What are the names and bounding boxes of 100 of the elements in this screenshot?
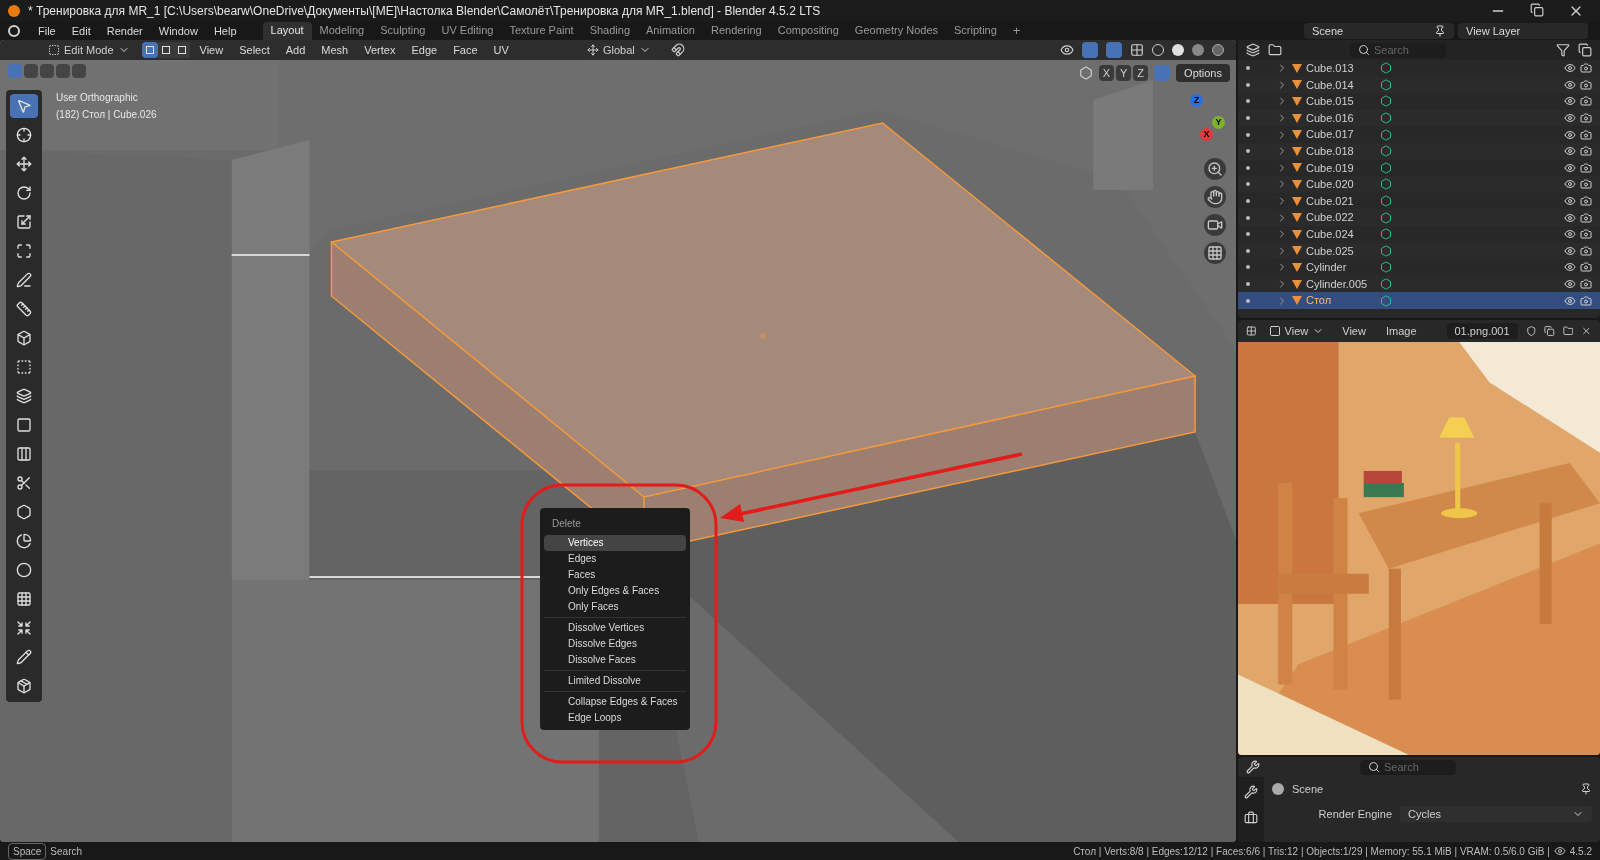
viewport-menu-item[interactable]: Edge xyxy=(405,41,444,59)
eye-icon[interactable] xyxy=(1564,145,1576,158)
viewport-menu-item[interactable]: Face xyxy=(447,41,484,59)
viewport-menu-item[interactable]: View xyxy=(193,41,230,59)
eye-icon xyxy=(1553,845,1566,857)
menu-item[interactable]: Window xyxy=(152,22,204,40)
workspace-tab[interactable]: Animation xyxy=(638,22,703,40)
eye-icon[interactable] xyxy=(1564,244,1576,257)
rotate-icon xyxy=(16,185,32,201)
eye-icon[interactable] xyxy=(1564,178,1576,191)
workspace-tab[interactable]: Modeling xyxy=(311,22,373,40)
menu-item[interactable]: Only Edges & Faces xyxy=(544,583,686,599)
viewport-menu-item[interactable]: Mesh xyxy=(315,41,355,59)
camera-icon[interactable] xyxy=(1580,195,1592,208)
menu-item[interactable]: Edit xyxy=(65,22,97,40)
view-mode-dropdown[interactable]: View xyxy=(1264,322,1329,340)
viewport-menu-item[interactable]: Vertex xyxy=(358,41,402,59)
mesh-data-icon xyxy=(1380,178,1392,191)
duplicate-icon[interactable] xyxy=(1544,324,1555,338)
camera-icon[interactable] xyxy=(1580,261,1592,274)
object-name: Cube.018 xyxy=(1306,144,1355,159)
pin-icon[interactable] xyxy=(1580,783,1592,796)
overlay-toggle-button[interactable] xyxy=(1106,42,1122,58)
menu-item[interactable]: Render xyxy=(100,22,149,40)
image-editor-menu-item[interactable]: View xyxy=(1336,322,1372,340)
workspace-tab[interactable]: UV Editing xyxy=(433,22,502,40)
gizmo-toggle-button[interactable] xyxy=(1082,42,1098,58)
view-layer-field[interactable]: View Layer xyxy=(1458,23,1588,39)
workspace-tab[interactable]: Rendering xyxy=(702,22,770,40)
camera-icon[interactable] xyxy=(1580,161,1592,174)
camera-icon[interactable] xyxy=(1580,278,1592,290)
eye-icon[interactable] xyxy=(1564,112,1576,125)
camera-icon[interactable] xyxy=(1580,211,1592,224)
eye-icon[interactable] xyxy=(1564,278,1576,290)
add-workspace-button[interactable]: + xyxy=(1004,22,1029,40)
workspace-tab[interactable]: Geometry Nodes xyxy=(846,22,946,40)
pin-icon[interactable] xyxy=(1434,25,1446,37)
camera-icon[interactable] xyxy=(1580,294,1592,307)
options-dropdown[interactable]: Options xyxy=(1176,64,1230,82)
render-engine-dropdown[interactable]: Cycles xyxy=(1400,805,1592,822)
camera-icon[interactable] xyxy=(1580,78,1592,91)
key-hint: Space xyxy=(8,842,47,860)
outliner-row[interactable]: Стол xyxy=(1238,292,1600,309)
scale-icon xyxy=(16,214,32,230)
workspace-tab[interactable]: Layout xyxy=(262,22,312,40)
viewport-menu-item[interactable]: UV xyxy=(487,41,515,59)
camera-icon[interactable] xyxy=(1580,95,1592,108)
eye-icon[interactable] xyxy=(1564,211,1576,224)
solid-shading-icon[interactable] xyxy=(1172,44,1184,56)
image-editor-menu-item[interactable]: Image xyxy=(1379,322,1423,340)
camera-icon[interactable] xyxy=(1580,178,1592,191)
select-mode-button[interactable] xyxy=(141,42,158,58)
workspace-tab[interactable]: Scripting xyxy=(946,22,1005,40)
folder-icon[interactable] xyxy=(1562,324,1574,338)
workspace-tab[interactable]: Sculpting xyxy=(372,22,434,40)
workspace-tab[interactable]: Texture Paint xyxy=(501,22,582,40)
eye-icon[interactable] xyxy=(1564,195,1576,208)
eye-icon[interactable] xyxy=(1564,62,1576,75)
viewport-menu-item[interactable]: Add xyxy=(279,41,312,59)
eye-icon[interactable] xyxy=(1564,294,1576,307)
workspace-tab[interactable]: Shading xyxy=(581,22,639,40)
eye-icon[interactable] xyxy=(1564,228,1576,241)
camera-icon[interactable] xyxy=(1580,112,1592,125)
material-shading-icon[interactable] xyxy=(1192,44,1204,56)
image-field[interactable]: 01.png.001 xyxy=(1446,323,1518,339)
eye-icon[interactable] xyxy=(1564,78,1576,91)
menu-item[interactable]: Dissolve Vertices xyxy=(544,620,686,636)
filter-icon[interactable] xyxy=(1556,43,1570,57)
shield-icon[interactable] xyxy=(1525,324,1537,338)
eye-icon[interactable] xyxy=(1564,161,1576,174)
camera-icon[interactable] xyxy=(1580,244,1592,257)
camera-icon[interactable] xyxy=(1580,62,1592,75)
camera-icon[interactable] xyxy=(1580,145,1592,158)
menu-item[interactable]: File xyxy=(32,22,62,40)
menu-item[interactable]: Only Faces xyxy=(544,599,686,615)
menu-item[interactable]: Dissolve Faces xyxy=(544,652,686,668)
camera-icon[interactable] xyxy=(1580,228,1592,241)
menu-item[interactable]: Help xyxy=(207,22,243,40)
scene-field[interactable]: Scene xyxy=(1304,23,1454,39)
menu-item[interactable]: Faces xyxy=(544,567,686,583)
tool-button[interactable] xyxy=(10,94,38,118)
rendered-shading-icon[interactable] xyxy=(1212,44,1224,56)
menu-item[interactable]: Edge Loops xyxy=(544,710,686,726)
menu-item[interactable]: Limited Dissolve xyxy=(544,673,686,689)
restore-icon[interactable] xyxy=(1530,3,1544,17)
select-mode-button[interactable] xyxy=(157,42,174,58)
eye-icon[interactable] xyxy=(1564,95,1576,108)
menu-item[interactable]: Edges xyxy=(544,551,686,567)
camera-icon[interactable] xyxy=(1580,128,1592,141)
viewport-menu-item[interactable]: Select xyxy=(233,41,276,59)
eye-icon[interactable] xyxy=(1564,128,1576,141)
menu-item[interactable]: Dissolve Edges xyxy=(544,636,686,652)
visibility-icon[interactable] xyxy=(1060,43,1074,57)
eye-icon[interactable] xyxy=(1564,261,1576,274)
workspace-tab[interactable]: Compositing xyxy=(769,22,847,40)
menu-item[interactable]: Collapse Edges & Faces xyxy=(544,694,686,710)
scene-statistics: Стол | Verts:8/8 | Edges:12/12 | Faces:6/6 | Tris:12 | Objects:1/29 | Memory: 55.1 MiB | VRAM: 0.5/6.0 GiB | xyxy=(1073,844,1550,859)
snap-icon[interactable] xyxy=(670,43,685,57)
viewport-info-text: (182) Стол | Cube.026 xyxy=(56,108,157,122)
menu-item[interactable]: Vertices xyxy=(544,535,686,551)
